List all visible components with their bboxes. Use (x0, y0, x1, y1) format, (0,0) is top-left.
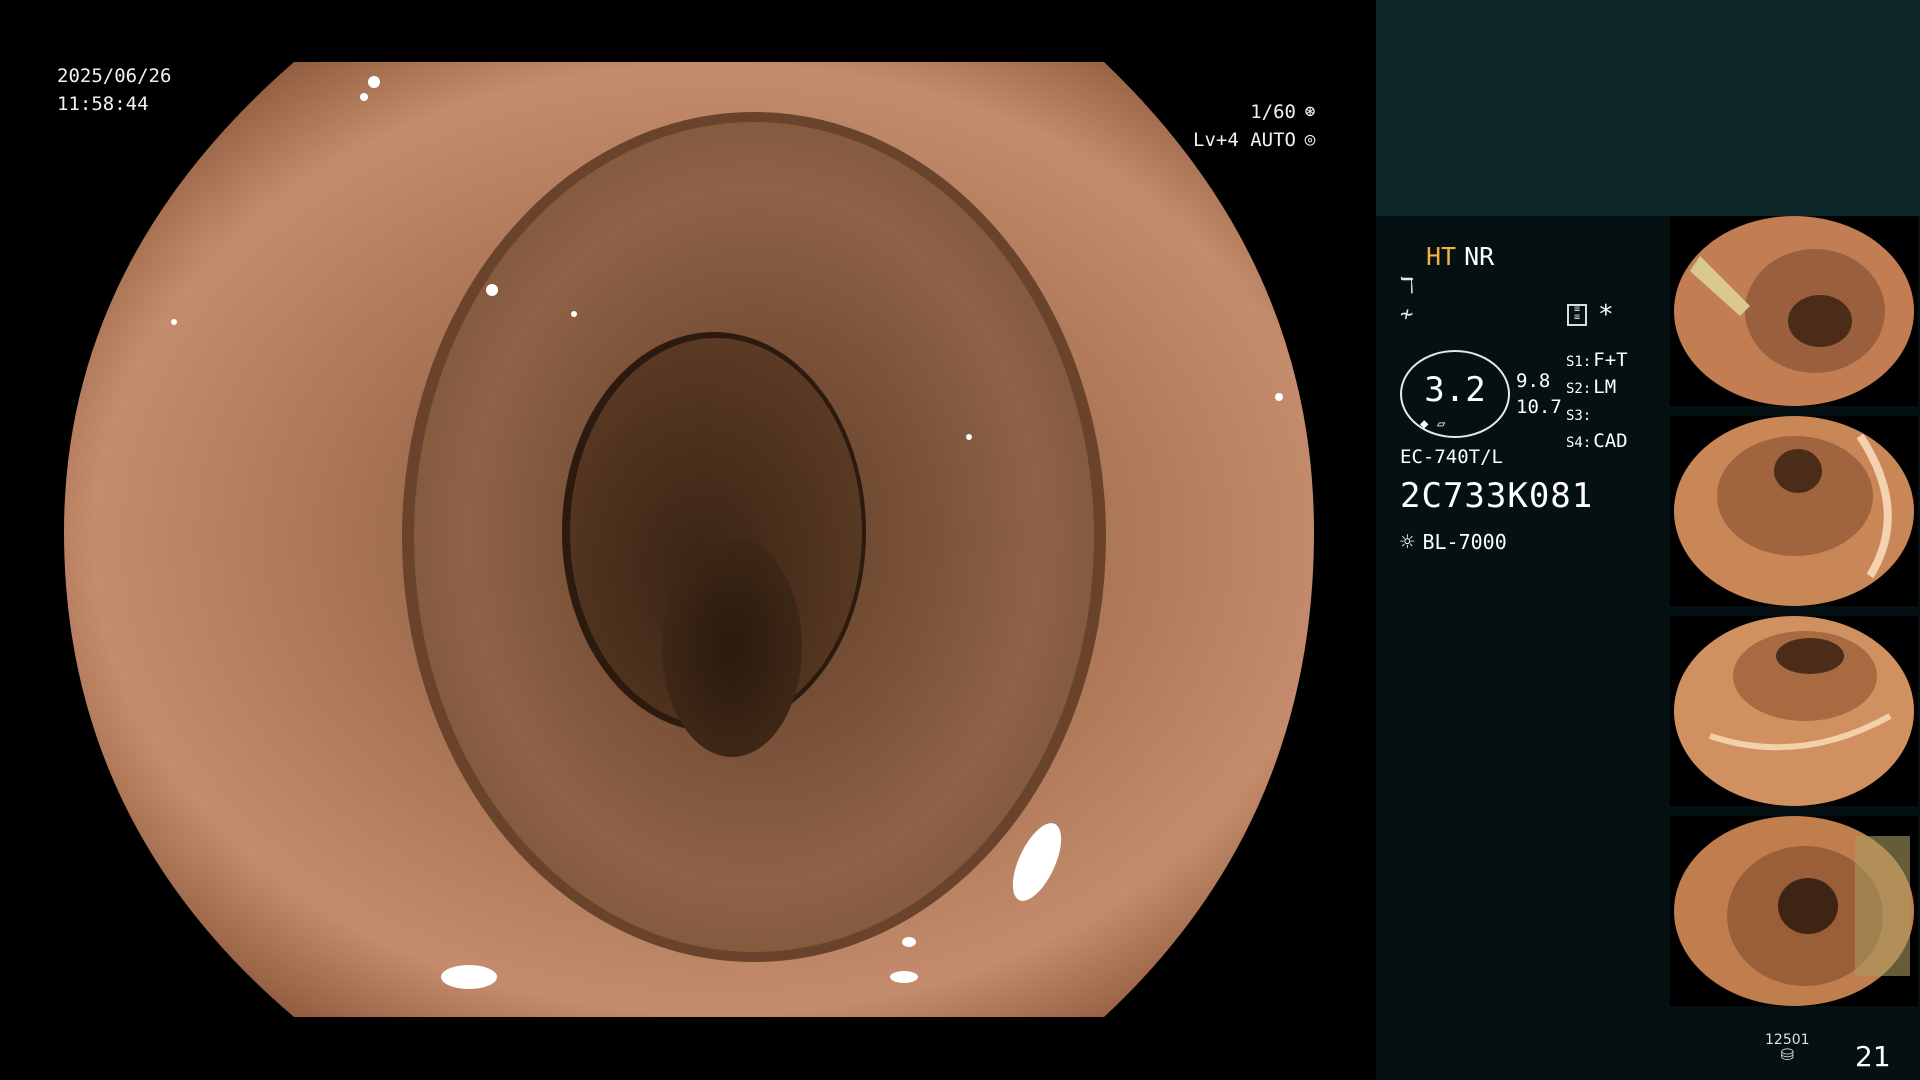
capture-thumbnail-3[interactable] (1670, 616, 1918, 806)
gauge-mark-icon: ◆ ▱ (1420, 416, 1446, 432)
enhancement-icon: ℸ (1400, 274, 1415, 299)
date-text: 2025/06/26 (57, 65, 172, 87)
side-values: 9.8 10.7 (1516, 368, 1562, 420)
side-value-2: 10.7 (1516, 396, 1562, 418)
scope-model: EC-740T/L (1400, 446, 1503, 468)
thumbnail-image-3 (1674, 616, 1914, 806)
capture-thumbnail-1[interactable] (1670, 216, 1918, 406)
thumbnail-image-1 (1674, 216, 1914, 406)
side-value-1: 9.8 (1516, 370, 1551, 392)
thumbnail-image-4 (1674, 816, 1914, 1006)
storage-indicator: 12501 ⛁ (1765, 1032, 1810, 1064)
processor-info: HT NR ℸ ≁ ≡ ≡ * 3.2 ◆ ▱ 9.8 10.7 S1: F+T S2… (1400, 240, 1670, 570)
exposure-readout: 1/60 ⊛ Lv+4 AUTO ◎ (1193, 98, 1320, 154)
time-text: 11:58:44 (57, 93, 149, 115)
disk-icon: ⛁ (1780, 1045, 1794, 1064)
light-source-text: BL-7000 (1422, 530, 1507, 554)
light-source-icon: ☼ (1400, 528, 1415, 556)
zoom-gauge: 3.2 ◆ ▱ (1400, 350, 1510, 438)
aperture-icon: ⊛ (1304, 101, 1316, 122)
asterisk-mark: * (1598, 300, 1614, 330)
endoscopy-screen: 2025/06/26 11:58:44 1/60 ⊛ Lv+4 AUTO ◎ H… (0, 0, 1920, 1080)
nr-indicator: NR (1464, 242, 1495, 271)
level-text: Lv+4 AUTO (1193, 129, 1296, 151)
scope-serial: 2C733K081 (1400, 476, 1594, 516)
light-source: ☼ BL-7000 (1400, 528, 1507, 556)
gauge-value: 3.2 (1424, 370, 1486, 410)
scope-switch-list: S1: F+T S2: LM S3: S4: CAD (1566, 348, 1628, 456)
panel-header-area (1376, 0, 1920, 216)
scope-slot-2: S2: LM (1566, 376, 1617, 398)
scope-slot-4: S4: CAD (1566, 430, 1628, 452)
scope-slot-1: S1: F+T (1566, 349, 1628, 371)
auto-iris-icon: ◎ (1304, 129, 1316, 150)
mode-indicators: HT NR (1426, 242, 1494, 271)
shutter-text: 1/60 (1250, 101, 1296, 123)
memo-icon: ≡ ≡ (1567, 304, 1587, 326)
thumbnail-image-2 (1674, 416, 1914, 606)
colon-lumen-image (64, 62, 1314, 1017)
capture-count: 21 (1855, 1040, 1891, 1073)
shutter-row: 1/60 ⊛ (1193, 98, 1320, 126)
capture-thumbnail-2[interactable] (1670, 416, 1918, 606)
filter-icon: ≁ (1400, 302, 1414, 327)
capture-thumbnail-4[interactable] (1670, 816, 1918, 1006)
scope-slot-3: S3: (1566, 408, 1592, 424)
ht-indicator: HT (1426, 242, 1457, 271)
date-time-readout: 2025/06/26 11:58:44 (57, 62, 171, 118)
level-row: Lv+4 AUTO ◎ (1193, 126, 1320, 154)
endoscope-main-view (64, 62, 1314, 1017)
